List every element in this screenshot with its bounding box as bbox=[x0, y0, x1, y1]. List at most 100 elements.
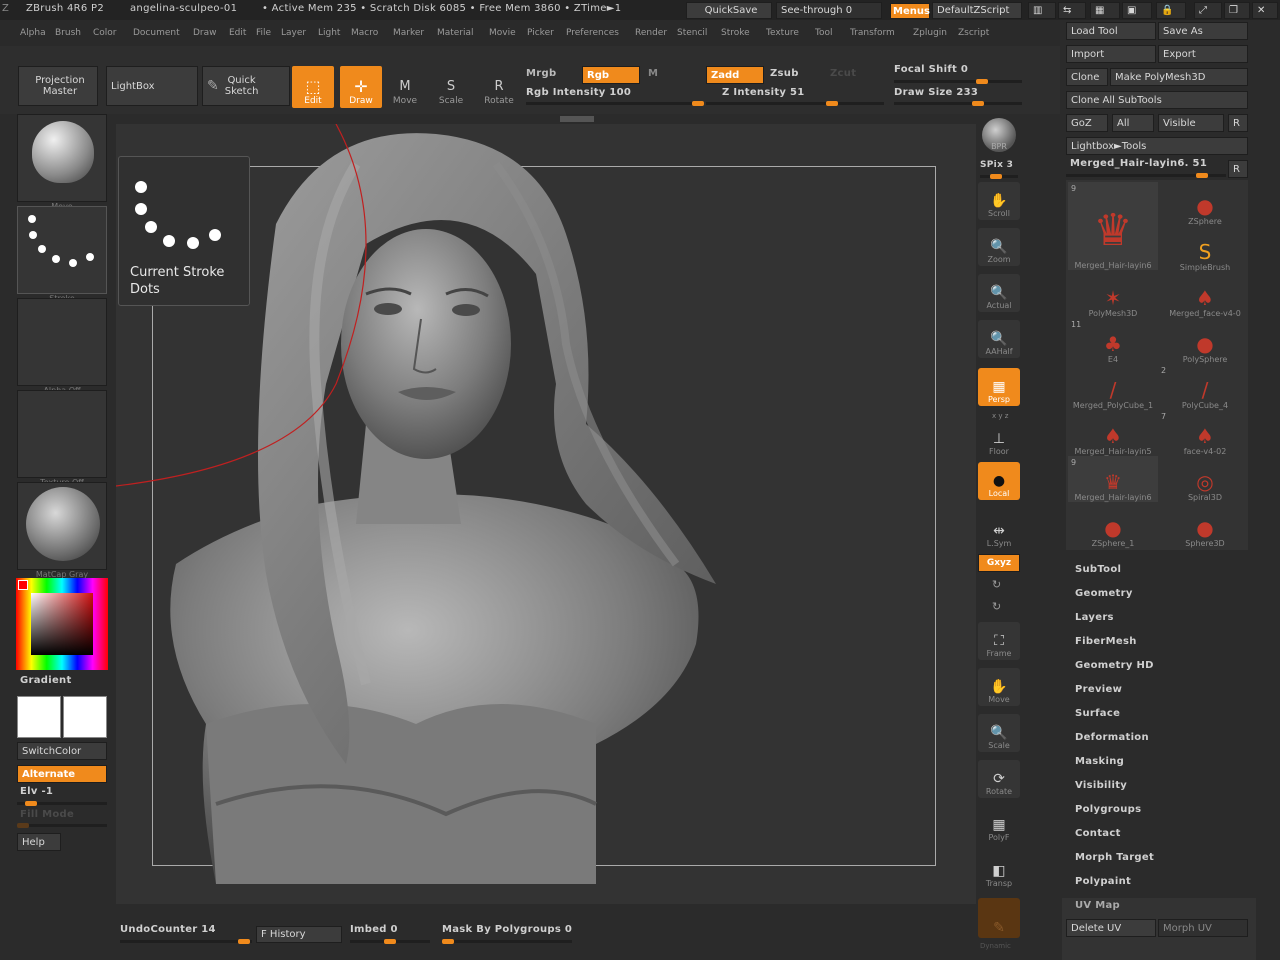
local-button[interactable]: ● Local bbox=[978, 462, 1020, 500]
bpr-button[interactable]: BPR bbox=[978, 116, 1020, 156]
menu-tool[interactable]: Tool bbox=[815, 28, 832, 38]
clone-all-subtools-button[interactable]: Clone All SubTools bbox=[1066, 91, 1248, 109]
goz-button[interactable]: GoZ bbox=[1066, 114, 1108, 132]
menu-edit[interactable]: Edit bbox=[229, 28, 246, 38]
rgb-intensity-knob[interactable] bbox=[692, 101, 704, 106]
zadd-button[interactable]: Zadd bbox=[706, 66, 764, 84]
tool-item[interactable]: S SimpleBrush bbox=[1160, 226, 1250, 272]
section-deformation[interactable]: Deformation bbox=[1075, 732, 1149, 743]
brush-selector[interactable]: Move bbox=[17, 114, 107, 211]
fill-mode-knob[interactable] bbox=[17, 823, 29, 828]
tool-item[interactable]: ✶ PolyMesh3D bbox=[1068, 272, 1158, 318]
fill-mode-slider[interactable] bbox=[17, 823, 107, 828]
tool-item[interactable]: 9 ♛ Merged_Hair-layin6 bbox=[1068, 182, 1158, 270]
quicksave-button[interactable]: QuickSave bbox=[686, 2, 772, 19]
section-surface[interactable]: Surface bbox=[1075, 708, 1120, 719]
menu-color[interactable]: Color bbox=[93, 28, 117, 38]
menus-button[interactable]: Menus bbox=[890, 3, 930, 19]
menu-movie[interactable]: Movie bbox=[489, 28, 516, 38]
floor-button[interactable]: ⊥ Floor bbox=[978, 420, 1020, 458]
menu-draw[interactable]: Draw bbox=[193, 28, 217, 38]
projection-master-button[interactable]: Projection Master bbox=[18, 66, 98, 106]
rotate-view-button[interactable]: ⟳ Rotate bbox=[978, 760, 1020, 798]
dynamic-button[interactable]: ✎ bbox=[978, 898, 1020, 938]
menu-zplugin[interactable]: Zplugin bbox=[913, 28, 947, 38]
section-preview[interactable]: Preview bbox=[1075, 684, 1122, 695]
tool-item[interactable]: ● PolySphere bbox=[1160, 318, 1250, 364]
rgb-button[interactable]: Rgb bbox=[582, 66, 640, 84]
lsym-button[interactable]: ⇹ L.Sym bbox=[978, 512, 1020, 550]
rotate-z-icon[interactable]: ↻ bbox=[992, 600, 1001, 613]
lock-icon[interactable]: 🔒 bbox=[1156, 2, 1186, 19]
elevation-knob[interactable] bbox=[25, 801, 37, 806]
tool-item[interactable]: / Merged_PolyCube_1 bbox=[1068, 364, 1158, 410]
mask-by-polygroups-slider[interactable] bbox=[442, 939, 572, 944]
export-button[interactable]: Export bbox=[1158, 45, 1248, 63]
transp-button[interactable]: ◧ Transp bbox=[978, 852, 1020, 890]
rotate-y-icon[interactable]: ↻ bbox=[992, 578, 1001, 591]
menu-transform[interactable]: Transform bbox=[850, 28, 895, 38]
default-zscript-button[interactable]: DefaultZScript bbox=[932, 2, 1022, 19]
minimize-icon[interactable]: ⤢ bbox=[1194, 2, 1222, 19]
menu-stencil[interactable]: Stencil bbox=[677, 28, 707, 38]
menu-zscript[interactable]: Zscript bbox=[958, 28, 989, 38]
zoom-button[interactable]: 🔍 Zoom bbox=[978, 228, 1020, 266]
undo-counter-knob[interactable] bbox=[238, 939, 250, 944]
draw-button[interactable]: ✛ Draw bbox=[340, 66, 382, 108]
lightbox-button[interactable]: LightBox bbox=[106, 66, 198, 106]
z-intensity-knob[interactable] bbox=[826, 101, 838, 106]
zsub-button[interactable]: Zsub bbox=[770, 68, 799, 79]
section-visibility[interactable]: Visibility bbox=[1075, 780, 1127, 791]
import-button[interactable]: Import bbox=[1066, 45, 1156, 63]
section-geometry[interactable]: Geometry bbox=[1075, 588, 1133, 599]
alternate-button[interactable]: Alternate bbox=[17, 765, 107, 783]
help-button[interactable]: Help bbox=[17, 833, 61, 851]
move-view-button[interactable]: ✋ Move bbox=[978, 668, 1020, 706]
delete-uv-button[interactable]: Delete UV bbox=[1066, 919, 1156, 937]
scroll-button[interactable]: ✋ Scroll bbox=[978, 182, 1020, 220]
draw-size-slider[interactable] bbox=[894, 101, 1022, 106]
undo-counter-slider[interactable] bbox=[120, 939, 252, 944]
load-tool-button[interactable]: Load Tool bbox=[1066, 22, 1156, 40]
imbed-knob[interactable] bbox=[384, 939, 396, 944]
mrgb-button[interactable]: Mrgb bbox=[526, 68, 556, 79]
section-polypaint[interactable]: Polypaint bbox=[1075, 876, 1131, 887]
tool-item[interactable]: ♠ Merged_face-v4-0 bbox=[1160, 272, 1250, 318]
grid-icon[interactable]: ▦ bbox=[1090, 2, 1120, 19]
section-subtool[interactable]: SubTool bbox=[1075, 564, 1121, 575]
menu-stroke[interactable]: Stroke bbox=[721, 28, 750, 38]
tool-item[interactable]: 2 /PolyCube_4 bbox=[1160, 364, 1250, 410]
layout-icon[interactable]: ▥ bbox=[1028, 2, 1056, 19]
switch-color-button[interactable]: SwitchColor bbox=[17, 742, 107, 760]
m-button[interactable]: M bbox=[648, 68, 658, 79]
color-saturation-square[interactable] bbox=[31, 593, 93, 655]
tool-r-button[interactable]: R bbox=[1228, 160, 1248, 178]
rotate-button[interactable]: R Rotate bbox=[478, 66, 520, 108]
alpha-selector[interactable]: Alpha Off bbox=[17, 298, 107, 395]
frame-button[interactable]: ⛶ Frame bbox=[978, 622, 1020, 660]
tool-item[interactable]: ● Sphere3D bbox=[1160, 502, 1250, 548]
menu-file[interactable]: File bbox=[256, 28, 271, 38]
focal-shift-knob[interactable] bbox=[976, 79, 988, 84]
texture-selector[interactable]: Texture Off bbox=[17, 390, 107, 487]
move-button[interactable]: M Move bbox=[384, 66, 426, 108]
scale-button[interactable]: S Scale bbox=[430, 66, 472, 108]
window-icon[interactable]: ▣ bbox=[1122, 2, 1152, 19]
menu-layer[interactable]: Layer bbox=[281, 28, 306, 38]
main-color-swatch[interactable] bbox=[17, 696, 61, 738]
menu-render[interactable]: Render bbox=[635, 28, 667, 38]
section-geometry-hd[interactable]: Geometry HD bbox=[1075, 660, 1154, 671]
section-fibermesh[interactable]: FiberMesh bbox=[1075, 636, 1137, 647]
menu-texture[interactable]: Texture bbox=[766, 28, 799, 38]
tool-item[interactable]: 9 ♛ Merged_Hair-layin6 bbox=[1068, 456, 1158, 502]
stroke-selector[interactable]: Stroke bbox=[17, 206, 107, 303]
polyf-button[interactable]: ▦ PolyF bbox=[978, 806, 1020, 844]
tool-item[interactable]: ♠ Merged_Hair-layin5 bbox=[1068, 410, 1158, 456]
clone-button[interactable]: Clone bbox=[1066, 68, 1108, 86]
draw-size-knob[interactable] bbox=[972, 101, 984, 106]
actual-button[interactable]: 🔍 Actual bbox=[978, 274, 1020, 312]
tool-item[interactable]: ● ZSphere bbox=[1160, 180, 1250, 226]
tool-item[interactable]: ● ZSphere_1 bbox=[1068, 502, 1158, 548]
all-button[interactable]: All bbox=[1112, 114, 1154, 132]
z-intensity-slider[interactable] bbox=[706, 101, 884, 106]
